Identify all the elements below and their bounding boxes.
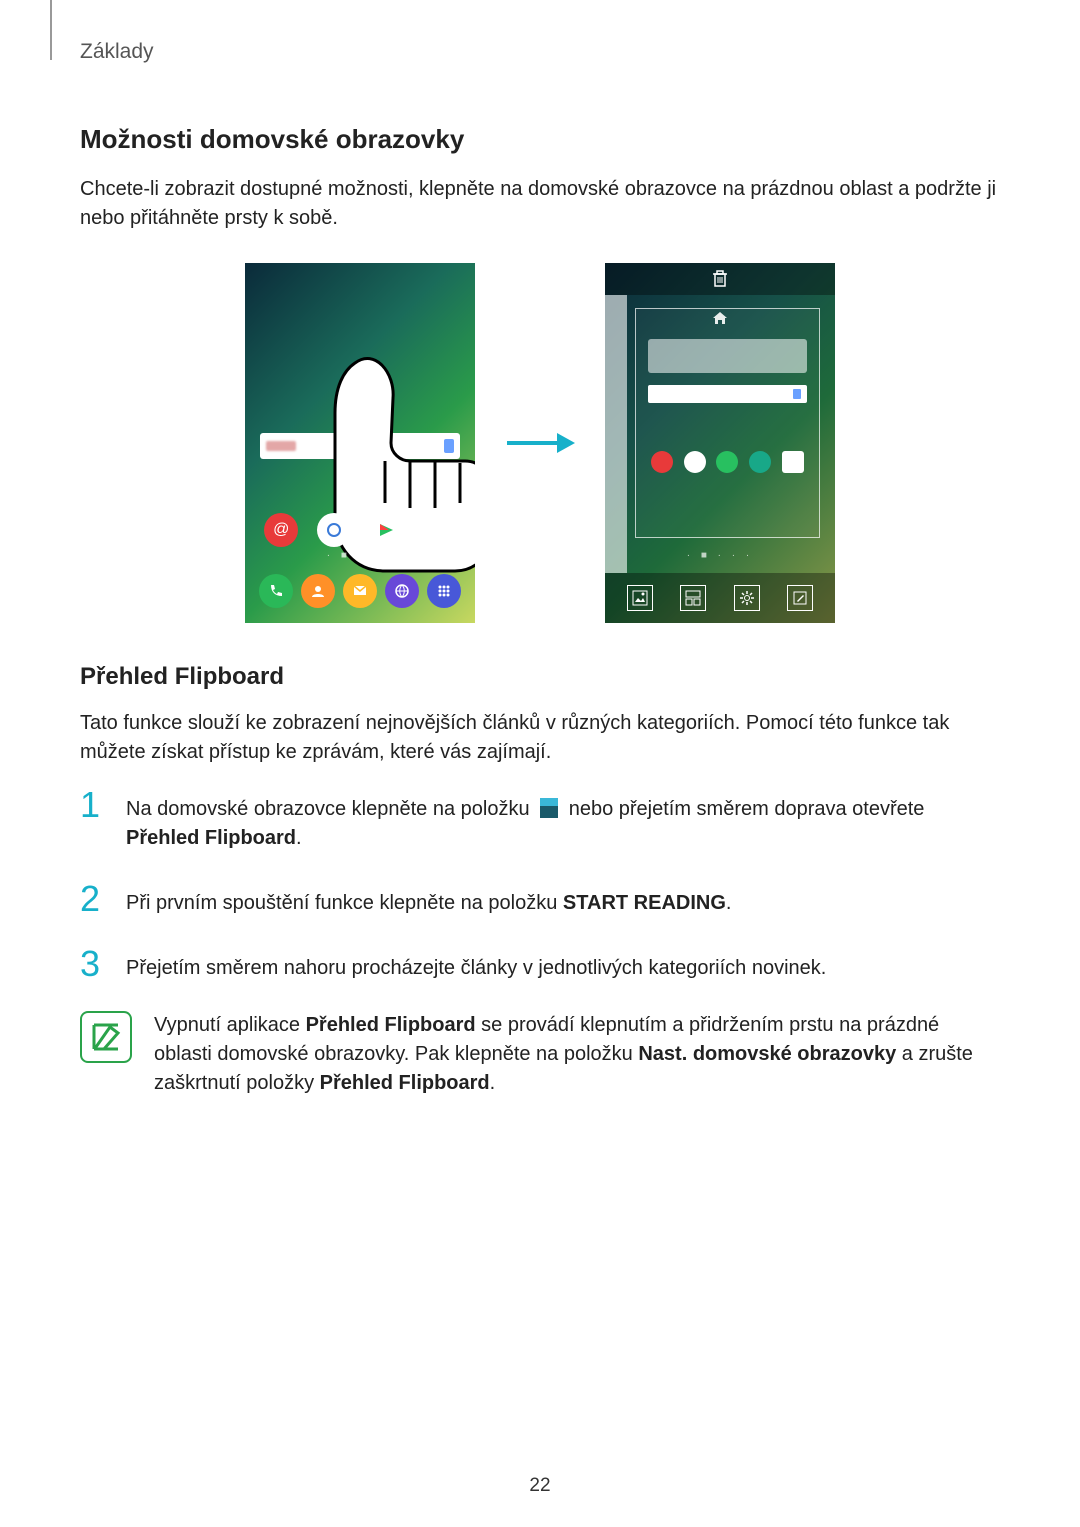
step-1: 1 Na domovské obrazovce klepněte na polo… (80, 787, 1000, 853)
page-indicator: · ■ · · · (605, 550, 835, 561)
app-icon: @ (264, 513, 298, 547)
arrow-icon (505, 428, 575, 458)
manual-page: Základy Možnosti domovské obrazovky Chce… (0, 0, 1080, 1098)
step-2-text: Při prvním spouštění funkce klepněte na … (126, 881, 731, 918)
app-icon (369, 513, 403, 547)
step-1-text: Na domovské obrazovce klepněte na položk… (126, 787, 1000, 853)
edit-topbar (605, 263, 835, 295)
step-2: 2 Při prvním spouštění funkce klepněte n… (80, 881, 1000, 918)
step-3: 3 Přejetím směrem nahoru procházejte člá… (80, 946, 1000, 983)
dock-row (255, 574, 465, 608)
trash-icon (712, 270, 728, 288)
internet-icon (385, 574, 419, 608)
page-number: 22 (0, 1475, 1080, 1497)
step-3-text: Přejetím směrem nahoru procházejte článk… (126, 946, 826, 983)
wallpapers-icon (627, 585, 653, 611)
section2-paragraph: Tato funkce slouží ke zobrazení nejnověj… (80, 709, 1000, 767)
section-title-home-options: Možnosti domovské obrazovky (80, 124, 1000, 155)
app-icon (317, 513, 351, 547)
note-text: Vypnutí aplikace Přehled Flipboard se pr… (154, 1011, 1000, 1098)
note-block: Vypnutí aplikace Přehled Flipboard se pr… (80, 1011, 1000, 1098)
app-icon-row-1: @ (255, 513, 465, 547)
subsection-title-flipboard: Přehled Flipboard (80, 663, 1000, 691)
adjacent-page-peek (605, 295, 627, 573)
home-page-thumbnail (635, 308, 820, 538)
figure-home-screen-longpress: @ · ■ · · · (245, 263, 475, 623)
apps-icon (427, 574, 461, 608)
contacts-icon (301, 574, 335, 608)
step-number: 2 (80, 881, 108, 917)
page-indicator: · ■ · · · (245, 550, 475, 561)
figure-home-screen-edit-mode: · ■ · · · (605, 263, 835, 623)
note-icon (80, 1011, 132, 1063)
step-number: 3 (80, 946, 108, 982)
widgets-icon (680, 585, 706, 611)
breadcrumb: Základy (80, 40, 1000, 64)
settings-icon (734, 585, 760, 611)
page-edge-marker (50, 0, 52, 60)
section1-paragraph: Chcete-li zobrazit dostupné možnosti, kl… (80, 175, 1000, 233)
figure-row: @ · ■ · · · (80, 263, 1000, 623)
edit-page-icon (787, 585, 813, 611)
phone-icon (259, 574, 293, 608)
step-number: 1 (80, 787, 108, 823)
messages-icon (343, 574, 377, 608)
edit-toolbar (605, 573, 835, 623)
home-panel-icon (539, 797, 559, 819)
